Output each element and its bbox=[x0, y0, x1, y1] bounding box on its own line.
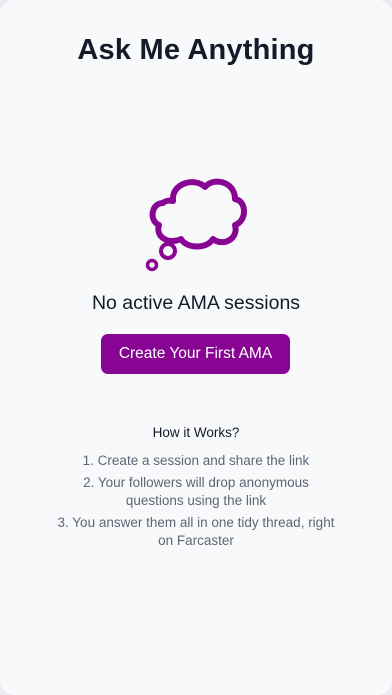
empty-state-message: No active AMA sessions bbox=[91, 292, 301, 314]
step-item: 3. You answer them all in one tidy threa… bbox=[57, 515, 335, 548]
how-it-works-title: How it Works? bbox=[152, 425, 240, 440]
step-item: 1. Create a session and share the link bbox=[82, 453, 310, 468]
create-first-ama-button[interactable]: Create Your First AMA bbox=[101, 334, 290, 374]
step-item: 2. Your followers will drop anonymous qu… bbox=[83, 475, 309, 508]
how-it-works-steps: 1. Create a session and share the link 2… bbox=[56, 452, 336, 554]
thought-bubble-icon bbox=[143, 175, 249, 273]
page-title: Ask Me Anything bbox=[77, 34, 315, 66]
ama-page: Ask Me Anything No active AMA sessions C… bbox=[0, 0, 392, 695]
